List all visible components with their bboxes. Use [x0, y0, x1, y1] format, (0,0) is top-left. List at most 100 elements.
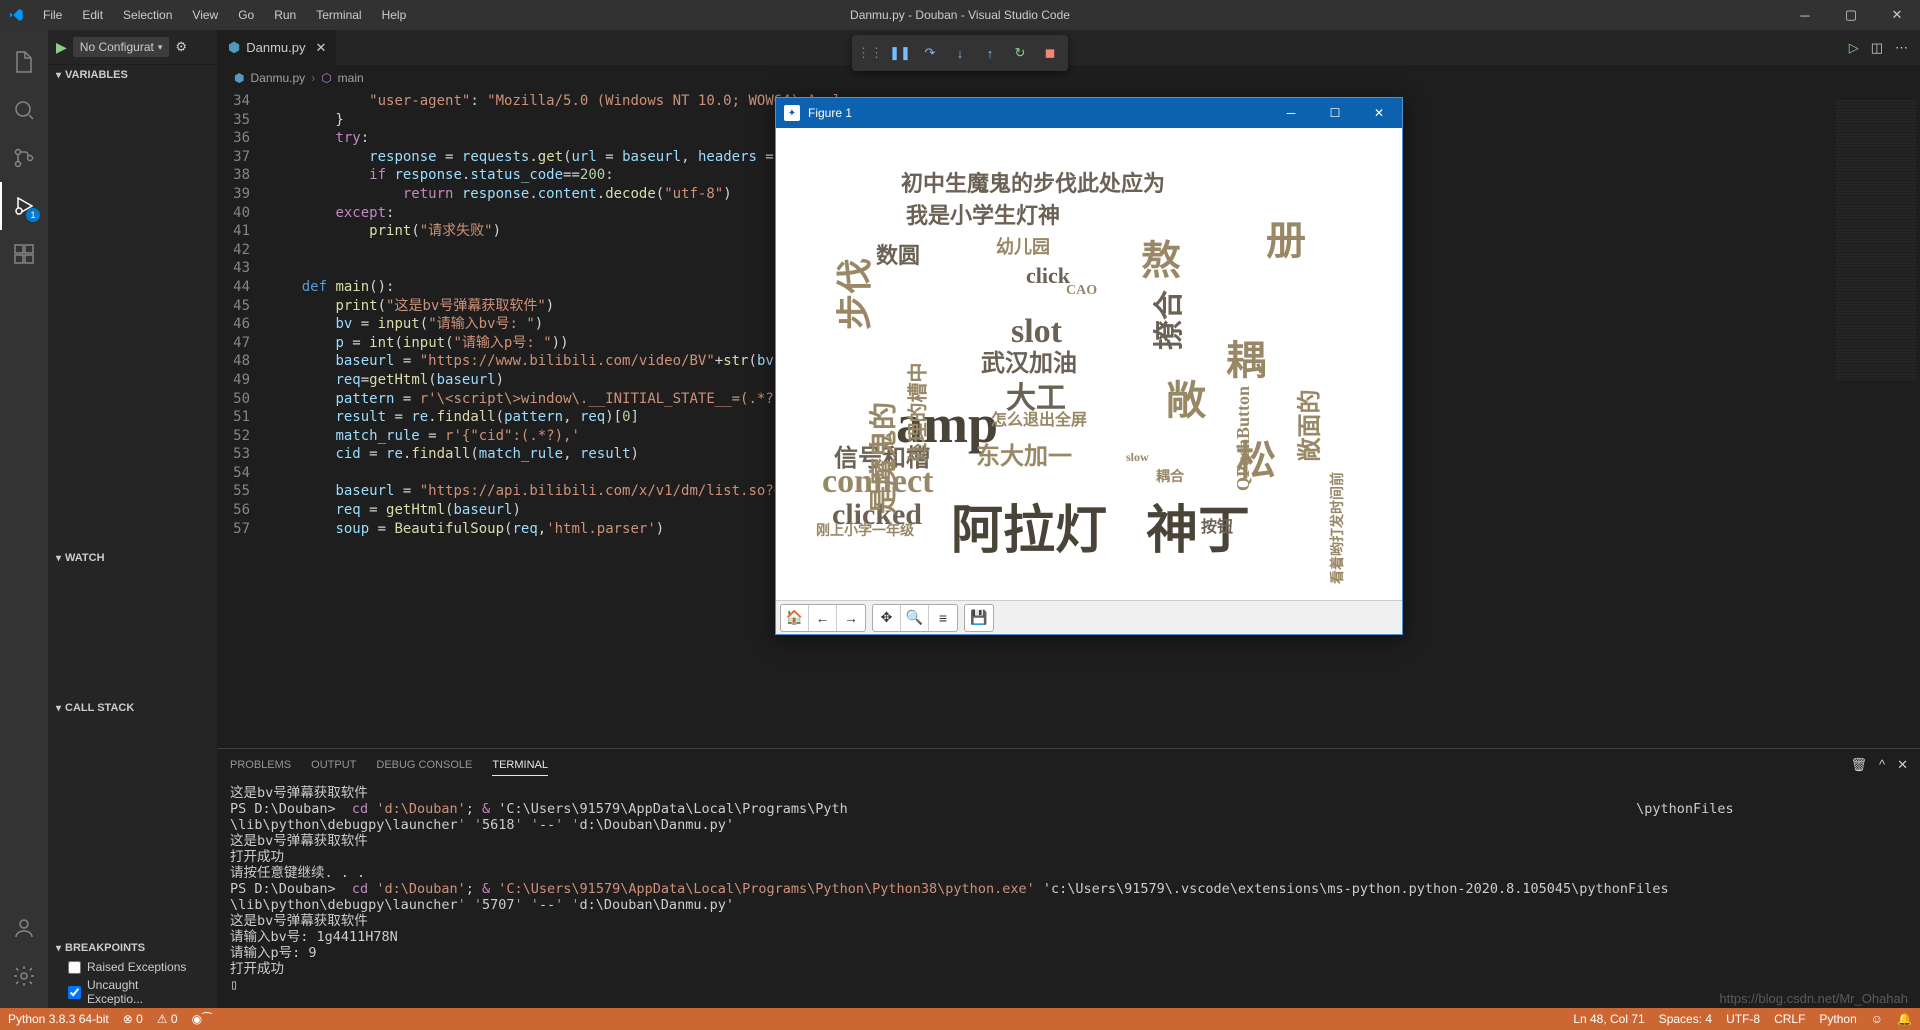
wordcloud-word: CAO: [1066, 283, 1097, 299]
config-select[interactable]: No Configurat ▾: [73, 37, 170, 57]
split-editor-icon[interactable]: ◫: [1871, 40, 1883, 56]
menu-selection[interactable]: Selection: [114, 4, 181, 26]
activity-explorer[interactable]: [0, 38, 48, 86]
debug-sidebar: ▶ No Configurat ▾ ⚙ ▾VARIABLES ▾WATCH ▾C…: [48, 30, 218, 1008]
debug-step-out-button[interactable]: ↑: [976, 39, 1004, 67]
menu-view[interactable]: View: [183, 4, 227, 26]
terminal[interactable]: 这是bv号弹幕获取软件PS D:\Douban> cd 'd:\Douban';…: [218, 781, 1920, 1008]
wordcloud-word: 刚上小学一年级: [816, 520, 914, 540]
wordcloud-word: 撩合: [1144, 290, 1188, 350]
menu-go[interactable]: Go: [229, 4, 263, 26]
breadcrumb-file[interactable]: Danmu.py: [250, 71, 305, 85]
figure-toolbar: 🏠 ← → ✥ 🔍 ≡ 💾: [776, 600, 1402, 634]
run-icon[interactable]: ▷: [1849, 40, 1859, 56]
debug-toolbar[interactable]: ⋮⋮ ❚❚ ↷ ↓ ↑ ↻ ◼: [852, 35, 1068, 71]
fig-back-icon[interactable]: ←: [809, 605, 837, 631]
panel: PROBLEMSOUTPUTDEBUG CONSOLETERMINAL 🗑 ^ …: [218, 748, 1920, 1008]
python-file-icon: ⬢: [228, 39, 240, 56]
debug-drag-handle[interactable]: ⋮⋮: [856, 39, 884, 67]
section-variables[interactable]: ▾VARIABLES: [48, 65, 217, 85]
activity-search[interactable]: [0, 86, 48, 134]
status-feedback-icon[interactable]: ☺: [1871, 1012, 1883, 1026]
minimize-button[interactable]: ─: [1782, 0, 1828, 30]
activity-bar: 1: [0, 30, 48, 1008]
minimap[interactable]: [1830, 90, 1920, 748]
panel-tab-debug-console[interactable]: DEBUG CONSOLE: [376, 755, 472, 775]
section-breakpoints[interactable]: ▾BREAKPOINTS: [48, 938, 217, 958]
section-callstack[interactable]: ▾CALL STACK: [48, 698, 217, 718]
figure-window[interactable]: ✦ Figure 1 ─ ☐ ✕ 阿拉灯神丁ampconnectclicked大…: [775, 97, 1403, 635]
symbol-function-icon: ⬡: [321, 71, 331, 85]
wordcloud-word: 熬: [1141, 228, 1181, 286]
panel-tab-problems[interactable]: PROBLEMS: [230, 755, 291, 775]
breadcrumb-symbol[interactable]: main: [338, 71, 364, 85]
menu-terminal[interactable]: Terminal: [307, 4, 370, 26]
debug-step-over-button[interactable]: ↷: [916, 39, 944, 67]
menu-edit[interactable]: Edit: [73, 4, 112, 26]
debug-stop-button[interactable]: ◼: [1036, 39, 1064, 67]
menu-help[interactable]: Help: [373, 4, 416, 26]
status-encoding[interactable]: UTF-8: [1726, 1012, 1760, 1026]
maximize-button[interactable]: ▢: [1828, 0, 1874, 30]
tab-danmu[interactable]: ⬢ Danmu.py ✕: [218, 30, 337, 65]
fig-forward-icon[interactable]: →: [837, 605, 865, 631]
wordcloud-word: 按钮: [1201, 513, 1233, 537]
run-config-row: ▶ No Configurat ▾ ⚙: [48, 30, 217, 65]
panel-close-icon[interactable]: ✕: [1897, 757, 1908, 773]
figure-close[interactable]: ✕: [1364, 106, 1394, 120]
fig-pan-icon[interactable]: ✥: [873, 605, 901, 631]
more-actions-icon[interactable]: ⋯: [1895, 40, 1908, 56]
status-spaces[interactable]: Spaces: 4: [1659, 1012, 1712, 1026]
figure-maximize[interactable]: ☐: [1320, 106, 1350, 120]
wordcloud-word: click: [1026, 263, 1070, 289]
wordcloud-word: 武汉加油: [981, 343, 1077, 378]
fig-zoom-icon[interactable]: 🔍: [901, 605, 929, 631]
bp-raised-checkbox[interactable]: [68, 961, 81, 974]
watermark: https://blog.csdn.net/Mr_Ohahah: [1719, 991, 1908, 1006]
debug-pause-button[interactable]: ❚❚: [886, 39, 914, 67]
activity-settings[interactable]: [0, 952, 48, 1000]
titlebar: FileEditSelectionViewGoRunTerminalHelp D…: [0, 0, 1920, 30]
bp-uncaught[interactable]: Uncaught Exceptio...: [48, 976, 217, 1008]
debug-step-into-button[interactable]: ↓: [946, 39, 974, 67]
bp-raised[interactable]: Raised Exceptions: [48, 958, 217, 976]
status-errors[interactable]: ⊗ 0: [123, 1012, 143, 1026]
bp-uncaught-checkbox[interactable]: [68, 986, 81, 999]
status-bell-icon[interactable]: 🔔: [1897, 1012, 1912, 1026]
wordcloud-word: slow: [1126, 450, 1149, 465]
activity-extensions[interactable]: [0, 230, 48, 278]
wordcloud-word: 看着哟打发时间前: [1327, 472, 1347, 584]
figure-titlebar[interactable]: ✦ Figure 1 ─ ☐ ✕: [776, 98, 1402, 128]
editor-actions: ▷ ◫ ⋯: [1849, 40, 1920, 56]
fig-configure-icon[interactable]: ≡: [929, 605, 957, 631]
wordcloud-word: 神丁: [1146, 488, 1250, 563]
activity-debug[interactable]: 1: [0, 182, 48, 230]
status-warnings[interactable]: ⚠ 0: [157, 1012, 178, 1026]
status-eol[interactable]: CRLF: [1774, 1012, 1805, 1026]
fig-home-icon[interactable]: 🏠: [781, 605, 809, 631]
panel-tab-output[interactable]: OUTPUT: [311, 755, 356, 775]
wordcloud-word: 耦: [1226, 328, 1266, 386]
panel-trash-icon[interactable]: 🗑: [1850, 757, 1867, 773]
menu-run[interactable]: Run: [265, 4, 305, 26]
activity-source-control[interactable]: [0, 134, 48, 182]
status-lncol[interactable]: Ln 48, Col 71: [1573, 1012, 1644, 1026]
activity-account[interactable]: [0, 904, 48, 952]
fig-save-icon[interactable]: 💾: [965, 605, 993, 631]
config-gear-icon[interactable]: ⚙: [175, 39, 187, 55]
wordcloud-word: 敞面的: [1290, 390, 1325, 462]
section-watch[interactable]: ▾WATCH: [48, 548, 217, 568]
status-lang[interactable]: Python: [1819, 1012, 1856, 1026]
close-button[interactable]: ✕: [1874, 0, 1920, 30]
status-python[interactable]: Python 3.8.3 64-bit: [8, 1012, 109, 1026]
panel-maximize-icon[interactable]: ^: [1879, 757, 1885, 773]
debug-restart-button[interactable]: ↻: [1006, 39, 1034, 67]
status-broadcast-icon[interactable]: ◉⁀: [192, 1012, 212, 1026]
wordcloud-word: 册: [1266, 208, 1306, 266]
figure-minimize[interactable]: ─: [1276, 106, 1306, 120]
tab-close-icon[interactable]: ✕: [315, 40, 326, 56]
breadcrumb[interactable]: ⬢ Danmu.py › ⬡ main: [218, 65, 1920, 90]
panel-tab-terminal[interactable]: TERMINAL: [492, 755, 548, 776]
start-debug-icon[interactable]: ▶: [56, 39, 67, 56]
menu-file[interactable]: File: [34, 4, 71, 26]
